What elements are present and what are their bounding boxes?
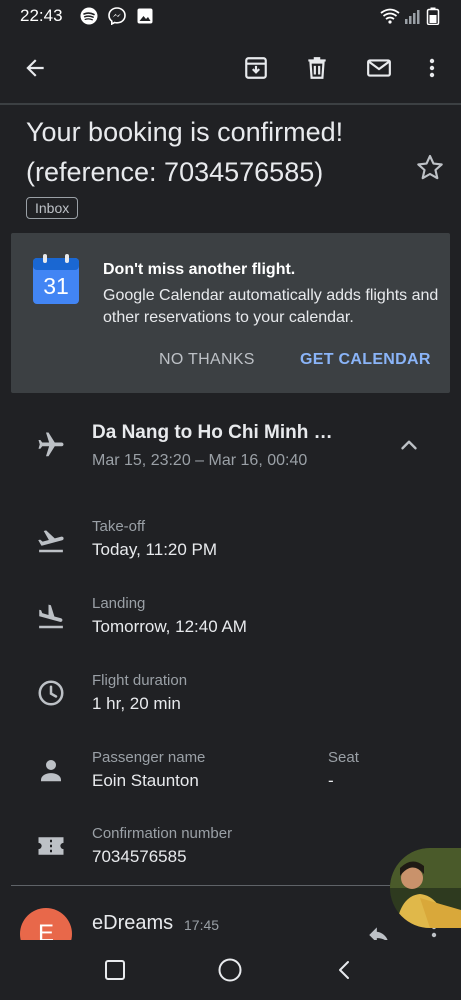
signal-icon <box>405 10 420 24</box>
promo-title: Don't miss another flight. <box>103 261 296 278</box>
seat-label: Seat <box>328 749 359 766</box>
battery-icon <box>426 7 440 25</box>
recent-apps-icon <box>105 960 125 980</box>
mark-unread-icon <box>367 59 391 77</box>
flight-route[interactable]: Da Nang to Ho Chi Minh … <box>92 422 333 444</box>
home-button[interactable] <box>214 954 246 986</box>
star-icon <box>417 154 443 180</box>
message-time: 17:45 <box>184 917 220 933</box>
duration-value: 1 hr, 20 min <box>92 694 181 713</box>
clock-icon <box>38 680 64 706</box>
back-arrow-icon <box>26 59 44 77</box>
wifi-icon <box>380 8 400 24</box>
star-button[interactable] <box>414 152 446 184</box>
ticket-icon <box>38 837 64 855</box>
archive-button[interactable] <box>236 48 276 88</box>
back-icon <box>339 961 349 979</box>
status-time: 22:43 <box>20 6 63 25</box>
promo-body: Google Calendar automatically adds fligh… <box>103 287 439 326</box>
takeoff-label: Take-off <box>92 518 146 535</box>
takeoff-value: Today, 11:20 PM <box>92 540 218 559</box>
landing-icon <box>39 604 63 629</box>
landing-value: Tomorrow, 12:40 AM <box>92 617 247 636</box>
duration-label: Flight duration <box>92 672 188 689</box>
get-calendar-button[interactable]: GET CALENDAR <box>300 351 431 369</box>
delete-button[interactable] <box>297 48 337 88</box>
seat-value: - <box>328 771 334 790</box>
confirmation-value: 7034576585 <box>92 847 187 866</box>
messenger-icon <box>108 7 126 25</box>
landing-label: Landing <box>92 595 146 612</box>
sender-name[interactable]: eDreams <box>92 912 173 935</box>
google-calendar-icon: 31 <box>33 254 79 304</box>
mark-unread-button[interactable] <box>359 48 399 88</box>
inbox-label[interactable]: Inbox <box>26 197 79 219</box>
spotify-icon <box>80 7 98 25</box>
calendar-promo-card: 31 Don't miss another flight. Google Cal… <box>11 233 450 393</box>
email-subject: Your booking is confirmed! (reference: 7… <box>26 117 344 187</box>
recent-apps-button[interactable] <box>99 954 131 986</box>
chevron-up-icon[interactable] <box>396 432 422 458</box>
flight-times: Mar 15, 23:20 – Mar 16, 00:40 <box>92 452 308 469</box>
toolbar-divider <box>0 103 461 105</box>
status-bar: 22:43 <box>0 0 461 34</box>
gallery-icon <box>137 8 153 24</box>
more-vert-icon <box>429 58 435 78</box>
delete-icon <box>308 57 326 79</box>
email-toolbar <box>0 34 461 102</box>
more-options-button[interactable] <box>412 48 452 88</box>
calendar-day: 31 <box>43 273 69 299</box>
home-icon <box>218 958 242 982</box>
passenger-label: Passenger name <box>92 749 206 766</box>
confirmation-label: Confirmation number <box>92 825 233 842</box>
person-icon <box>41 760 61 782</box>
passenger-value: Eoin Staunton <box>92 771 199 790</box>
system-nav-bar <box>0 940 461 1000</box>
nav-back-button[interactable] <box>329 954 361 986</box>
message-divider <box>11 885 450 886</box>
chat-head-photo <box>390 848 461 928</box>
takeoff-icon <box>38 530 64 553</box>
back-button[interactable] <box>15 48 55 88</box>
no-thanks-button[interactable]: NO THANKS <box>159 351 255 369</box>
chat-head-bubble[interactable] <box>390 848 461 928</box>
archive-icon <box>245 57 267 79</box>
airplane-icon <box>38 432 64 457</box>
